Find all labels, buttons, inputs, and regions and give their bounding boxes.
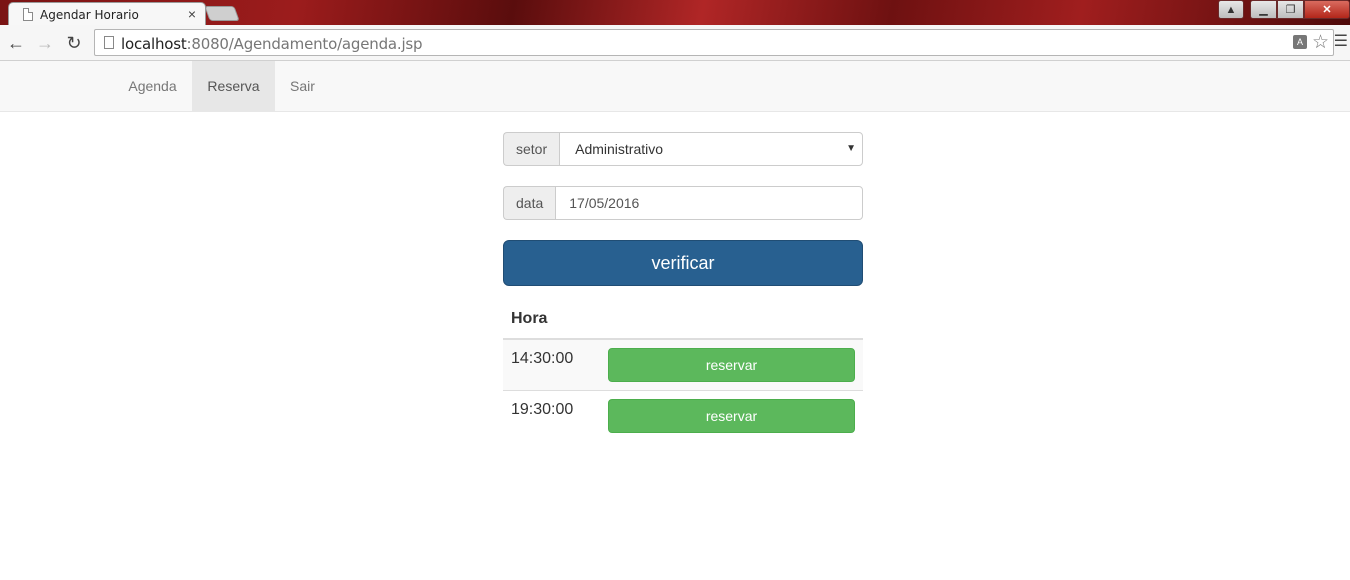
nav-item-reserva[interactable]: Reserva xyxy=(192,61,275,111)
address-bar[interactable]: localhost:8080/Agendamento/agenda.jsp A … xyxy=(94,29,1334,56)
agenda-form: setor Administrativo ▼ data 17/05/2016 v… xyxy=(503,132,863,286)
table-header-hora: Hora xyxy=(503,299,863,340)
verificar-button[interactable]: verificar xyxy=(503,240,863,286)
menu-icon[interactable]: ☰ xyxy=(1334,34,1348,50)
hora-cell: 14:30:00 xyxy=(503,338,600,391)
window-controls: ▲ ▁ ❐ ✕ xyxy=(1218,0,1350,19)
reservar-button[interactable]: reservar xyxy=(608,348,855,382)
translate-icon[interactable]: A xyxy=(1293,35,1307,49)
back-arrow-icon[interactable]: ← xyxy=(5,32,27,54)
site-navbar: Agenda Reserva Sair xyxy=(0,61,1350,112)
reload-icon[interactable]: ↻ xyxy=(63,32,85,54)
hora-cell: 19:30:00 xyxy=(503,390,600,442)
setor-group: setor Administrativo ▼ xyxy=(503,132,863,166)
nav-item-sair[interactable]: Sair xyxy=(275,61,330,111)
maximize-button[interactable]: ❐ xyxy=(1277,0,1304,19)
data-label: data xyxy=(503,186,556,220)
browser-toolbar: ← → ↻ localhost:8080/Agendamento/agenda.… xyxy=(0,25,1350,61)
reservar-button[interactable]: reservar xyxy=(608,399,855,433)
minimize-button[interactable]: ▁ xyxy=(1250,0,1277,19)
data-input[interactable]: 17/05/2016 xyxy=(555,186,863,220)
table-row: 19:30:00 reservar xyxy=(503,390,863,442)
new-tab-button[interactable] xyxy=(204,6,240,21)
close-tab-icon[interactable]: × xyxy=(188,6,196,22)
setor-value: Administrativo xyxy=(575,141,664,157)
user-profile-icon[interactable]: ▲ xyxy=(1218,0,1244,19)
tab-title: Agendar Horario xyxy=(40,8,139,22)
setor-label: setor xyxy=(503,132,560,166)
bookmark-star-icon[interactable]: ☆ xyxy=(1312,31,1329,54)
browser-titlebar: Agendar Horario × ▲ ▁ ❐ ✕ xyxy=(0,0,1350,26)
horas-table: Hora 14:30:00 reservar 19:30:00 reservar xyxy=(503,299,863,442)
close-window-button[interactable]: ✕ xyxy=(1304,0,1350,19)
browser-tab[interactable]: Agendar Horario × xyxy=(8,2,206,26)
nav-item-agenda[interactable]: Agenda xyxy=(113,61,192,111)
data-group: data 17/05/2016 xyxy=(503,186,863,220)
url-text[interactable]: localhost:8080/Agendamento/agenda.jsp xyxy=(121,35,423,53)
table-row: 14:30:00 reservar xyxy=(503,338,863,391)
forward-arrow-icon[interactable]: → xyxy=(34,32,56,54)
dropdown-caret-icon: ▼ xyxy=(846,143,856,154)
setor-select[interactable]: Administrativo ▼ xyxy=(559,132,863,166)
document-icon xyxy=(104,36,114,49)
page-icon xyxy=(23,8,33,21)
